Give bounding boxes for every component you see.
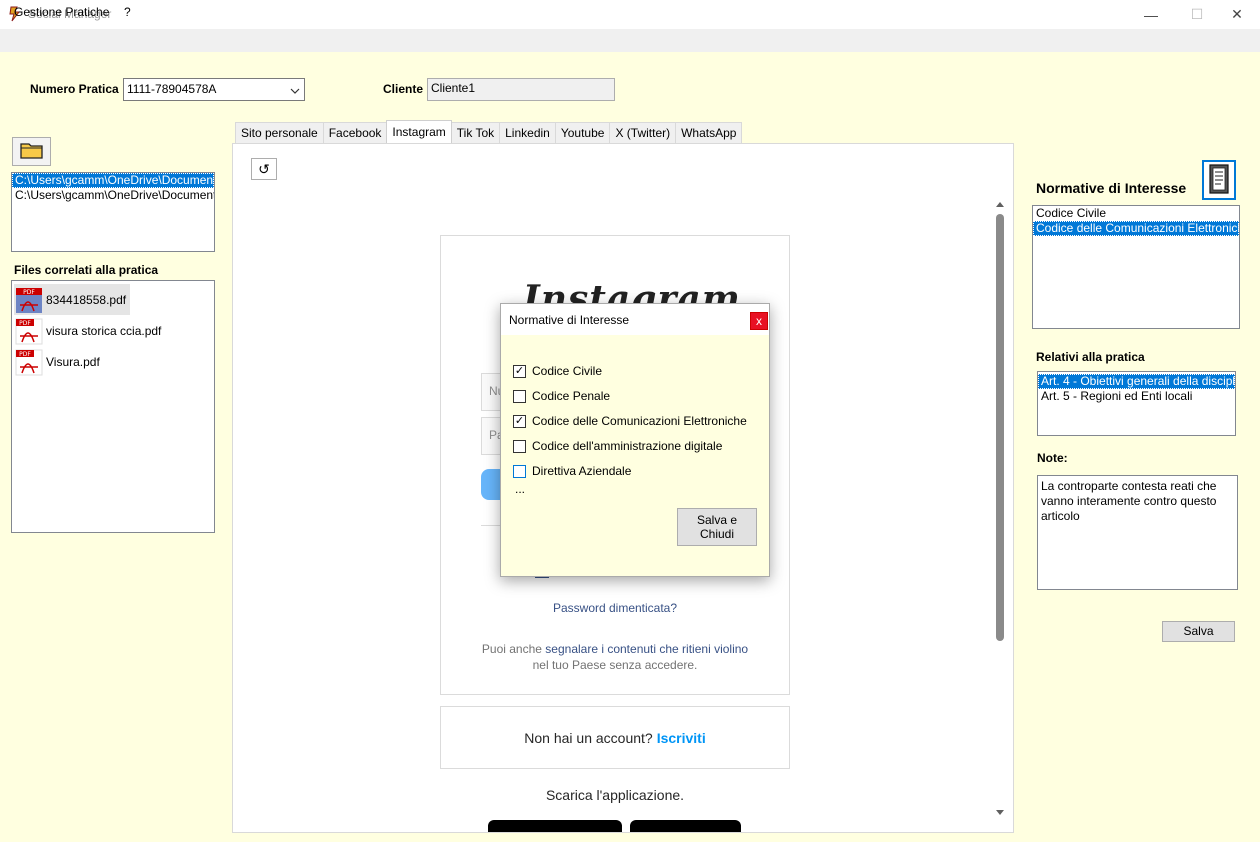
file-name: 834418558.pdf [46, 292, 127, 307]
svg-text:PDF: PDF [19, 320, 31, 327]
cliente-field[interactable]: Cliente1 [427, 78, 615, 101]
refresh-button[interactable]: ↺ [251, 158, 277, 180]
dialog-close-button[interactable]: x [750, 312, 768, 330]
more-indicator: ... [515, 482, 526, 496]
scroll-down-arrow[interactable] [995, 806, 1005, 816]
file-name: visura storica ccia.pdf [46, 323, 162, 338]
articolo-item[interactable]: Art. 4 - Obiettivi generali della discip… [1038, 374, 1235, 389]
checkbox-codice-civile[interactable]: ✓ Codice Civile [513, 363, 602, 379]
tab-facebook[interactable]: Facebook [322, 122, 388, 143]
refresh-icon: ↺ [258, 160, 270, 177]
tab-whatsapp[interactable]: WhatsApp [675, 122, 743, 143]
tab-twitter[interactable]: X (Twitter) [609, 122, 677, 143]
folder-path-item[interactable]: C:\Users\gcamm\OneDrive\Documenti [12, 173, 214, 188]
title-bar [0, 0, 1260, 29]
svg-text:PDF: PDF [19, 351, 31, 358]
checkbox-codice-penale[interactable]: Codice Penale [513, 388, 610, 404]
download-app-text: Scarica l'applicazione. [545, 787, 685, 803]
close-window-button[interactable]: ✕ [1214, 0, 1260, 29]
chevron-down-icon [290, 85, 300, 95]
articolo-item[interactable]: Art. 5 - Regioni ed Enti locali [1038, 389, 1235, 404]
normative-label: Normative di Interesse [1036, 180, 1187, 196]
open-folder-button[interactable] [12, 137, 51, 166]
file-item[interactable]: PDF visura storica ccia.pdf [14, 315, 165, 346]
book-icon [1207, 163, 1231, 198]
file-item[interactable]: PDF Visura.pdf [14, 346, 104, 377]
signup-box: Non hai un account? Iscriviti [440, 706, 790, 769]
file-name: Visura.pdf [46, 354, 100, 369]
numero-pratica-label: Numero Pratica [30, 82, 119, 96]
report-suffix: nel tuo Paese senza accedere. [532, 658, 698, 672]
files-list[interactable]: PDF 834418558.pdf PDF visura storica cci… [11, 280, 215, 533]
tab-linkedin[interactable]: Linkedin [499, 122, 556, 143]
checkbox-amministrazione-digitale[interactable]: Codice dell'amministrazione digitale [513, 438, 722, 454]
checkbox-label: Codice Penale [532, 389, 611, 403]
tab-tiktok[interactable]: Tik Tok [450, 122, 501, 143]
menu-help[interactable]: ? [124, 5, 131, 19]
report-prefix: Puoi anche [481, 642, 546, 656]
tab-youtube[interactable]: Youtube [554, 122, 611, 143]
checkbox-checked[interactable]: ✓ [513, 364, 526, 378]
checkbox-unchecked[interactable] [513, 464, 526, 478]
dialog-title: Normative di Interesse [509, 313, 630, 327]
normativa-item[interactable]: Codice Civile [1033, 206, 1239, 221]
note-label: Note: [1037, 451, 1068, 465]
report-link[interactable]: segnalare i contenuti che ritieni violin… [545, 642, 748, 656]
save-button[interactable]: Salva [1162, 621, 1235, 642]
save-and-close-button[interactable]: Salva e Chiudi [677, 508, 757, 546]
normativa-item[interactable]: Codice delle Comunicazioni Elettroniche [1033, 221, 1239, 236]
checkbox-unchecked[interactable] [513, 439, 526, 453]
file-item[interactable]: PDF 834418558.pdf [14, 284, 131, 315]
minimize-button[interactable]: — [1128, 0, 1174, 29]
google-play-badge[interactable] [630, 820, 741, 832]
save-label-line2: Chiudi [699, 527, 735, 541]
save-label-line1: Salva e [696, 513, 738, 527]
report-content-text: Puoi anche segnalare i contenuti che rit… [470, 641, 760, 673]
note-textarea[interactable]: La controparte contesta reati che vanno … [1037, 475, 1238, 590]
files-label: Files correlati alla pratica [14, 263, 159, 277]
pdf-icon: PDF [14, 316, 44, 346]
signup-link[interactable]: Iscriviti [657, 730, 706, 746]
pdf-icon: PDF [14, 347, 44, 377]
svg-text:PDF: PDF [23, 289, 35, 296]
social-tabs: Sito personale Facebook Instagram Tik To… [235, 120, 743, 143]
numero-pratica-value: 1111-78904578A [127, 82, 217, 96]
signup-text: Non hai un account? [524, 729, 653, 746]
checkbox-unchecked[interactable] [513, 389, 526, 403]
folder-icon [19, 141, 44, 162]
checkbox-label: Direttiva Aziendale [532, 464, 632, 478]
scroll-up-arrow[interactable] [995, 199, 1005, 209]
checkbox-label: Codice delle Comunicazioni Elettroniche [532, 414, 747, 428]
tab-instagram[interactable]: Instagram [386, 120, 452, 143]
normative-dialog: Normative di Interesse x ✓ Codice Civile… [500, 303, 770, 577]
app-store-badge[interactable] [488, 820, 622, 832]
articoli-list[interactable]: Art. 4 - Obiettivi generali della discip… [1037, 371, 1236, 436]
folder-path-list[interactable]: C:\Users\gcamm\OneDrive\Documenti C:\Use… [11, 172, 215, 252]
scrollbar-thumb[interactable] [996, 214, 1004, 641]
checkbox-comunicazioni-elettroniche[interactable]: ✓ Codice delle Comunicazioni Elettronich… [513, 413, 747, 429]
relativi-label: Relativi alla pratica [1036, 350, 1145, 364]
forgot-password-link[interactable]: Password dimenticata? [440, 601, 790, 615]
menu-gestione-pratiche[interactable]: Gestione Pratiche [14, 5, 109, 19]
checkbox-checked[interactable]: ✓ [513, 414, 526, 428]
tab-sito-personale[interactable]: Sito personale [235, 122, 324, 143]
menu-bar [0, 29, 1260, 52]
pdf-icon: PDF [14, 285, 44, 315]
numero-pratica-dropdown[interactable]: 1111-78904578A [123, 78, 305, 101]
checkbox-label: Codice Civile [532, 364, 603, 378]
normative-book-button[interactable] [1202, 160, 1236, 200]
checkbox-direttiva-aziendale[interactable]: Direttiva Aziendale [513, 463, 631, 479]
checkbox-label: Codice dell'amministrazione digitale [532, 439, 723, 453]
folder-path-item[interactable]: C:\Users\gcamm\OneDrive\Documenti [12, 188, 214, 203]
normative-list[interactable]: Codice Civile Codice delle Comunicazioni… [1032, 205, 1240, 329]
cliente-label: Cliente [383, 82, 424, 96]
